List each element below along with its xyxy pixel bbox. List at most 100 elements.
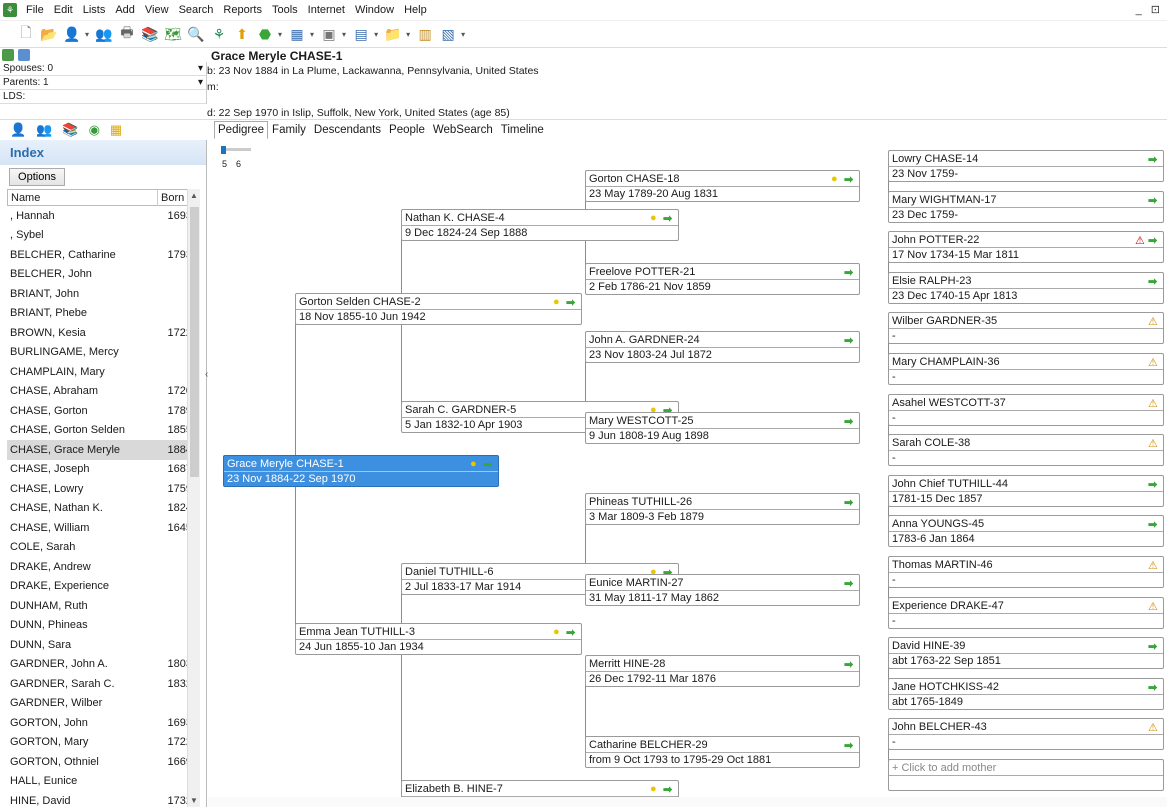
report-icon[interactable]: ▤ [351, 24, 371, 44]
navigate-arrow-icon[interactable]: ➡ [844, 266, 853, 279]
menu-file[interactable]: File [21, 4, 49, 16]
menu-edit[interactable]: Edit [49, 4, 78, 16]
navigate-arrow-icon[interactable]: ➡ [1148, 234, 1157, 247]
navigate-arrow-icon[interactable]: ➡ [1148, 518, 1157, 531]
list-item[interactable]: DRAKE, Andrew [7, 557, 194, 577]
ancestor-box[interactable]: Catharine BELCHER-29 from 9 Oct 1793 to 1… [585, 736, 860, 768]
hint-bulb-icon[interactable]: ● [470, 458, 477, 470]
tree-view-icon[interactable] [2, 49, 14, 61]
ancestor-box[interactable]: Gorton CHASE-18 23 May 1789-20 Aug 1831 ➡ ● [585, 170, 860, 202]
list-item[interactable]: DUNN, Sara [7, 635, 194, 655]
list-item[interactable]: HALL, Eunice [7, 772, 194, 792]
list-item[interactable]: DUNN, Phineas [7, 616, 194, 636]
ancestor-box[interactable]: Mary WIGHTMAN-17 23 Dec 1759- ➡ [888, 190, 1164, 223]
menu-reports[interactable]: Reports [218, 4, 267, 16]
options-button[interactable]: Options [9, 168, 65, 186]
tab-pedigree[interactable]: Pedigree [214, 121, 269, 139]
birth-fact[interactable]: b: 23 Nov 1884 in La Plume, Lackawanna, … [207, 65, 539, 77]
hint-bulb-icon[interactable]: ● [650, 212, 657, 224]
navigate-arrow-icon[interactable]: ➡ [1148, 640, 1157, 653]
dropdown-icon[interactable]: ▾ [406, 30, 410, 39]
warning-icon[interactable]: ⚠ [1148, 437, 1158, 450]
spouses-field[interactable]: Spouses: 0 ▾ [0, 62, 207, 76]
list-item[interactable]: CHASE, Gorton Selden 1855 [7, 421, 194, 441]
folder-add-icon[interactable]: 📁 [383, 24, 403, 44]
ancestor-box[interactable]: Wilber GARDNER-35 - ⚠ [888, 312, 1164, 345]
hint-bulb-icon[interactable]: ● [650, 783, 657, 795]
ancestor-box[interactable]: John BELCHER-43 - ⚠ [888, 718, 1164, 751]
list-item[interactable]: GARDNER, Sarah C. 1832 [7, 674, 194, 694]
scroll-up-icon[interactable]: ▲ [190, 191, 198, 200]
dropdown-icon[interactable]: ▾ [342, 30, 346, 39]
menu-lists[interactable]: Lists [78, 4, 111, 16]
list-item[interactable]: DRAKE, Experience [7, 577, 194, 597]
ancestor-box[interactable]: Eunice MARTIN-27 31 May 1811-17 May 1862 ➡ [585, 574, 860, 606]
ancestor-box[interactable]: Anna YOUNGS-45 1783-6 Jan 1864 ➡ [888, 515, 1164, 548]
navigate-arrow-icon[interactable]: ➡ [566, 626, 575, 639]
menu-help[interactable]: Help [399, 4, 432, 16]
ancestor-box[interactable]: Mary CHAMPLAIN-36 - ⚠ [888, 353, 1164, 385]
menu-internet[interactable]: Internet [303, 4, 350, 16]
ancestor-box[interactable]: John POTTER-22 17 Nov 1734-15 Mar 1811 ➡ ⚠ [888, 231, 1164, 264]
warning-icon[interactable]: ⚠ [1148, 559, 1158, 572]
ancestor-box[interactable]: Merritt HINE-28 26 Dec 1792-11 Mar 1876 ➡ [585, 655, 860, 687]
scroll-down-icon[interactable]: ▼ [190, 796, 198, 805]
tab-websearch[interactable]: WebSearch [429, 121, 497, 139]
places-tab-icon[interactable]: ◉ [89, 122, 100, 138]
list-item[interactable]: BELCHER, Catharine 1793 [7, 245, 194, 265]
focus-person-box[interactable]: Grace Meryle CHASE-1 23 Nov 1884-22 Sep 1… [223, 455, 499, 487]
people-tab-icon[interactable]: 👤 [10, 122, 26, 138]
scroll-thumb[interactable] [190, 207, 199, 477]
navigate-arrow-icon[interactable]: ➡ [663, 783, 672, 796]
dropdown-icon[interactable]: ▾ [310, 30, 314, 39]
list-item[interactable]: COLE, Sarah [7, 538, 194, 558]
ancestor-box[interactable]: Elsie RALPH-23 23 Dec 1740-15 Apr 1813 ➡ [888, 271, 1164, 304]
navigate-arrow-icon[interactable]: ➡ [844, 739, 853, 752]
navigate-arrow-icon[interactable]: ➡ [844, 173, 853, 186]
forward-icon[interactable]: ⬆ [232, 24, 252, 44]
chart-icon[interactable]: ▥ [415, 24, 435, 44]
export-icon[interactable]: ▧ [438, 24, 458, 44]
list-item[interactable]: CHASE, Lowry 1759 [7, 479, 194, 499]
ancestor-box[interactable]: John A. GARDNER-24 23 Nov 1803-24 Jul 187… [585, 331, 860, 363]
list-item[interactable]: CHASE, Nathan K. 1824 [7, 499, 194, 519]
list-item[interactable]: BELCHER, John [7, 265, 194, 285]
list-item[interactable]: BURLINGAME, Mercy [7, 343, 194, 363]
list-item[interactable]: CHASE, Abraham 1720 [7, 382, 194, 402]
navigate-arrow-icon[interactable]: ➡ [844, 415, 853, 428]
column-divider[interactable] [157, 190, 158, 206]
list-item[interactable]: , Sybel [7, 226, 194, 246]
list-item[interactable]: DUNHAM, Ruth [7, 596, 194, 616]
death-fact[interactable]: d: 22 Sep 1970 in Islip, Suffolk, New Yo… [207, 107, 510, 119]
list-item[interactable]: GARDNER, John A. 1803 [7, 655, 194, 675]
navigate-arrow-icon[interactable]: ➡ [1148, 275, 1157, 288]
tab-timeline[interactable]: Timeline [497, 121, 548, 139]
warning-icon[interactable]: ⚠ [1148, 356, 1158, 369]
marriage-fact[interactable]: m: [207, 81, 219, 93]
hint-bulb-icon[interactable]: ● [553, 296, 560, 308]
ancestor-box[interactable]: Nathan K. CHASE-4 9 Dec 1824-24 Sep 1888 ➡… [401, 209, 679, 241]
tab-descendants[interactable]: Descendants [310, 121, 385, 139]
navigate-arrow-icon[interactable]: ➡ [844, 658, 853, 671]
list-item[interactable]: CHASE, William 1645 [7, 518, 194, 538]
tab-people[interactable]: People [385, 121, 429, 139]
navigate-arrow-icon[interactable]: ➡ [844, 577, 853, 590]
column-header-name[interactable]: Name [11, 192, 40, 204]
tab-family[interactable]: Family [268, 121, 310, 139]
ancestor-box[interactable]: Sarah COLE-38 - ⚠ [888, 434, 1164, 467]
warning-icon[interactable]: ⚠ [1148, 600, 1158, 613]
ancestor-box[interactable]: Emma Jean TUTHILL-3 24 Jun 1855-10 Jan 19… [295, 623, 582, 655]
families-tab-icon[interactable]: 👥 [36, 122, 52, 138]
add-person-icon[interactable]: 👤 [62, 24, 82, 44]
list-view-icon[interactable] [18, 49, 30, 61]
navigate-arrow-icon[interactable]: ➡ [483, 458, 492, 471]
list-item[interactable]: BRIANT, John [7, 284, 194, 304]
navigate-arrow-icon[interactable]: ➡ [663, 212, 672, 225]
window-controls[interactable]: _ ⊡ [1136, 3, 1163, 16]
menu-search[interactable]: Search [174, 4, 219, 16]
media-icon[interactable]: ▣ [319, 24, 339, 44]
list-item[interactable]: , Hannah 1693 [7, 206, 194, 226]
list-item[interactable]: CHASE, Grace Meryle 1884 [7, 440, 194, 460]
menu-window[interactable]: Window [350, 4, 399, 16]
ancestor-box[interactable]: John Chief TUTHILL-44 1781-15 Dec 1857 ➡ [888, 474, 1164, 507]
